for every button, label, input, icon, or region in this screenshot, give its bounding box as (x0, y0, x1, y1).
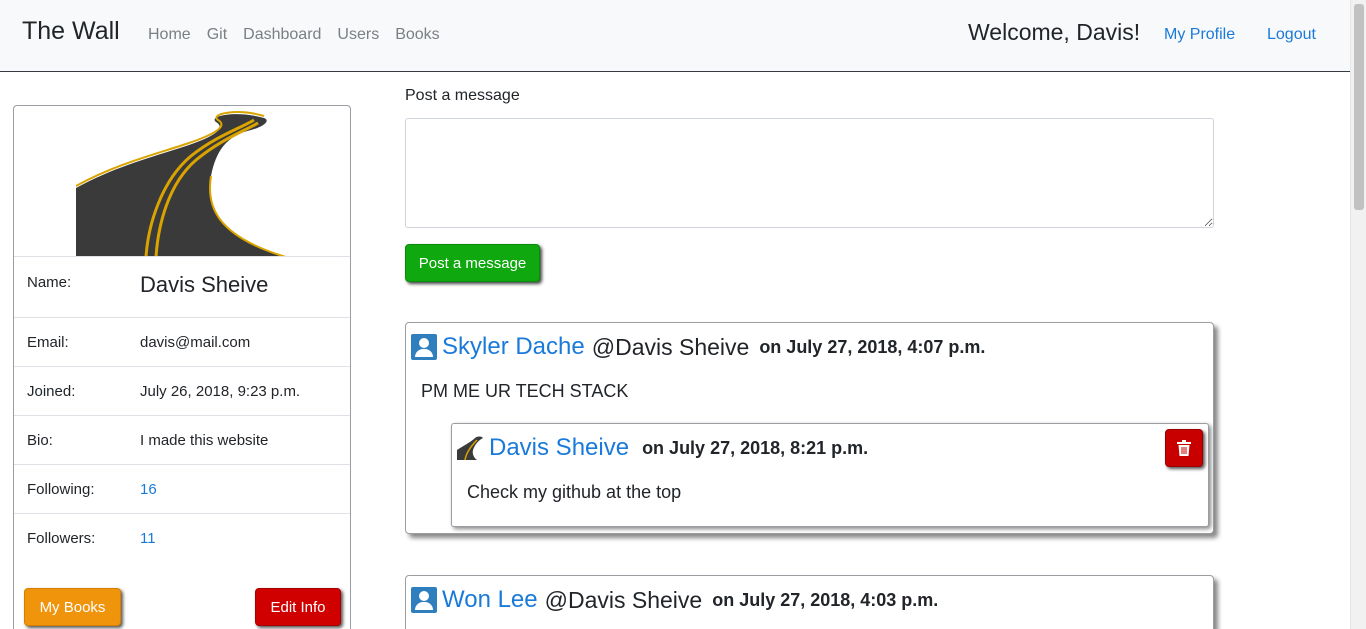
email-label: Email: (27, 334, 69, 351)
reply-author-link[interactable]: Davis Sheive (489, 434, 629, 462)
following-count-link[interactable]: 16 (140, 481, 157, 498)
message-author-link[interactable]: Won Lee (442, 586, 538, 614)
message-recipient: @Davis Sheive (591, 333, 750, 360)
road-avatar-icon (457, 436, 483, 460)
message-header: Won Lee @Davis Sheive on July 27, 2018, … (411, 586, 938, 614)
followers-count-link[interactable]: 11 (140, 530, 156, 547)
profile-joined: July 26, 2018, 9:23 p.m. (140, 383, 301, 400)
post-message-button[interactable]: Post a message (405, 244, 540, 282)
profile-bio-row: Bio: I made this website (14, 416, 350, 465)
delete-reply-button[interactable] (1165, 429, 1203, 467)
nav-git[interactable]: Git (207, 26, 227, 44)
profile-avatar (14, 106, 350, 257)
profile-joined-row: Joined: July 26, 2018, 9:23 p.m. (14, 367, 350, 416)
my-books-button[interactable]: My Books (24, 588, 121, 626)
message-timestamp: on July 27, 2018, 4:03 p.m. (712, 589, 939, 610)
reply-body: Check my github at the top (467, 482, 682, 502)
bio-label: Bio: (27, 432, 53, 449)
nav-links: Home Git Dashboard Users Books (148, 26, 456, 44)
followers-label: Followers: (27, 530, 96, 547)
following-label: Following: (27, 481, 95, 498)
profile-email-row: Email: davis@mail.com (14, 318, 350, 367)
profile-following-row: Following: 16 (14, 465, 350, 514)
page-scrollbar[interactable] (1350, 0, 1366, 629)
profile-followers-row: Followers: 11 (14, 514, 350, 563)
profile-card: Name: Davis Sheive Email: davis@mail.com… (13, 105, 351, 629)
user-icon (411, 587, 437, 613)
message-author-link[interactable]: Skyler Dache (442, 333, 585, 361)
message-recipient: @Davis Sheive (544, 586, 703, 613)
message-card: Skyler Dache @Davis Sheive on July 27, 2… (405, 322, 1214, 534)
user-icon (411, 334, 437, 360)
logout-link[interactable]: Logout (1267, 26, 1316, 44)
profile-name: Davis Sheive (140, 272, 269, 297)
message-body: PM ME UR TECH STACK (421, 381, 629, 401)
message-timestamp: on July 27, 2018, 4:07 p.m. (759, 336, 986, 357)
post-message-label: Post a message (405, 87, 520, 104)
edit-info-button[interactable]: Edit Info (255, 588, 341, 626)
navbar: The Wall Home Git Dashboard Users Books … (0, 0, 1350, 72)
nav-books[interactable]: Books (395, 26, 439, 44)
scrollbar-thumb[interactable] (1354, 4, 1364, 210)
nav-home[interactable]: Home (148, 26, 191, 44)
reply-timestamp: on July 27, 2018, 8:21 p.m. (642, 437, 869, 458)
nav-dashboard[interactable]: Dashboard (243, 26, 321, 44)
reply-card: Davis Sheive on July 27, 2018, 8:21 p.m.… (451, 423, 1209, 527)
trash-icon (1177, 440, 1191, 456)
joined-label: Joined: (27, 383, 76, 400)
profile-email: davis@mail.com (140, 334, 251, 351)
profile-name-row: Name: Davis Sheive (14, 257, 350, 318)
profile-bio: I made this website (140, 432, 269, 449)
brand-logo[interactable]: The Wall (22, 17, 120, 46)
post-message-textarea[interactable] (405, 118, 1214, 228)
reply-header: Davis Sheive on July 27, 2018, 8:21 p.m. (457, 434, 868, 462)
my-profile-link[interactable]: My Profile (1164, 26, 1235, 44)
road-avatar-image (76, 111, 286, 256)
message-card: Won Lee @Davis Sheive on July 27, 2018, … (405, 575, 1214, 629)
nav-users[interactable]: Users (337, 26, 379, 44)
welcome-text: Welcome, Davis! (968, 19, 1141, 45)
message-header: Skyler Dache @Davis Sheive on July 27, 2… (411, 333, 985, 361)
name-label: Name: (27, 274, 72, 291)
